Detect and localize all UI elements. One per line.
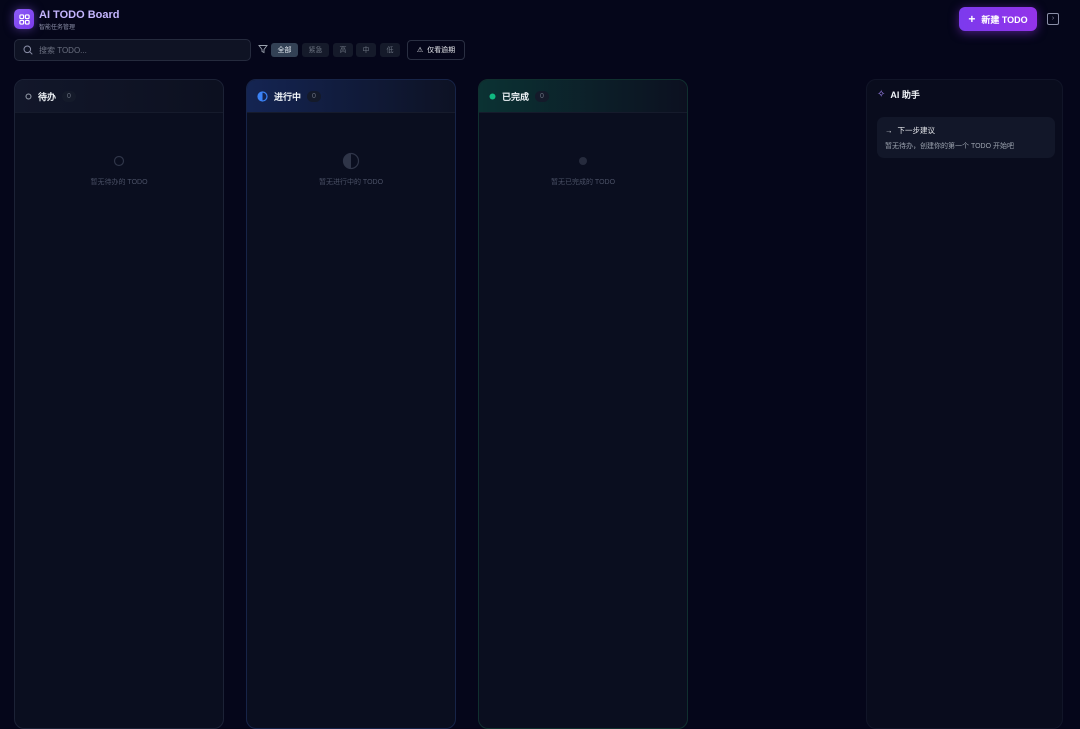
sparkles-icon: ✧: [877, 89, 885, 100]
column-count: 0: [535, 91, 549, 102]
half-circle-icon: [257, 91, 268, 102]
empty-message: 暂无进行中的 TODO: [247, 177, 455, 187]
app-subtitle: 智能任务管理: [39, 22, 75, 31]
empty-half-circle-icon: [342, 152, 360, 170]
filled-dot-icon: [489, 93, 496, 100]
filter-low[interactable]: 低: [380, 43, 400, 57]
filter-urgent[interactable]: 紧急: [302, 43, 329, 57]
column-title: 待办: [38, 90, 56, 103]
app-title: AI TODO Board: [39, 9, 119, 21]
empty-message: 暂无已完成的 TODO: [479, 177, 687, 187]
toggle-panel-icon[interactable]: ›: [1047, 13, 1059, 25]
search-icon: [23, 45, 33, 55]
column-done: 已完成 0 暂无已完成的 TODO: [478, 79, 688, 729]
column-in-progress: 进行中 0 暂无进行中的 TODO: [246, 79, 456, 729]
circle-outline-icon: [25, 93, 32, 100]
arrow-right-icon: →: [885, 126, 893, 135]
suggestion-title: 下一步建议: [898, 125, 936, 136]
new-todo-label: 新建 TODO: [981, 13, 1027, 26]
search-box[interactable]: [14, 39, 251, 61]
overdue-only-label: 仅看逾期: [427, 45, 455, 55]
warning-icon: ⚠: [417, 46, 423, 54]
app-logo-icon: [14, 9, 34, 29]
filter-medium[interactable]: 中: [356, 43, 376, 57]
ai-assistant-panel: ✧ AI 助手 → 下一步建议 暂无待办，创建你的第一个 TODO 开始吧: [866, 79, 1063, 729]
column-title: 已完成: [502, 90, 529, 103]
column-count: 0: [62, 91, 76, 102]
empty-circle-icon: [113, 155, 125, 167]
filter-icon: [258, 44, 268, 54]
column-count: 0: [307, 91, 321, 102]
filter-all[interactable]: 全部: [271, 43, 298, 57]
column-todo: 待办 0 暂无待办的 TODO: [14, 79, 224, 729]
plus-icon: +: [968, 12, 975, 26]
empty-message: 暂无待办的 TODO: [15, 177, 223, 187]
new-todo-button[interactable]: + 新建 TODO: [959, 7, 1037, 31]
overdue-only-button[interactable]: ⚠ 仅看逾期: [407, 40, 465, 60]
ai-title: AI 助手: [890, 88, 920, 101]
header: AI TODO Board 智能任务管理 + 新建 TODO › 全部 紧急 高…: [0, 0, 1080, 68]
filter-high[interactable]: 高: [333, 43, 353, 57]
empty-dot-icon: [578, 156, 588, 166]
search-input[interactable]: [39, 46, 239, 55]
suggestion-card[interactable]: → 下一步建议 暂无待办，创建你的第一个 TODO 开始吧: [877, 117, 1055, 158]
suggestion-text: 暂无待办，创建你的第一个 TODO 开始吧: [885, 141, 1047, 151]
column-title: 进行中: [274, 90, 301, 103]
